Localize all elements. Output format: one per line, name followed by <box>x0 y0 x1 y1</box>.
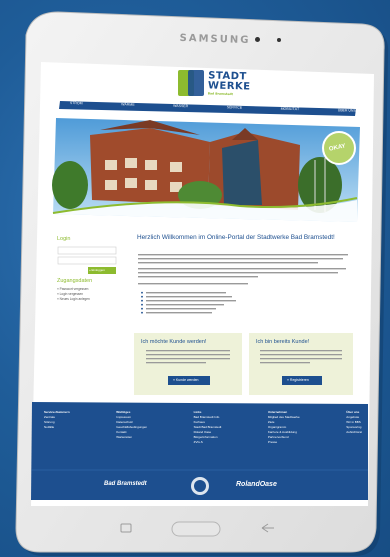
link-new-login[interactable]: » Neues Login anlegen <box>57 297 90 302</box>
card-new-title: Ich möchte Kunde werden! <box>141 339 207 345</box>
home-button <box>171 521 221 537</box>
links-title: Zugangsdaten <box>57 278 93 284</box>
front-camera <box>255 37 260 42</box>
welcome-title: Herzlich Willkommen im Online-Portal der… <box>137 234 335 241</box>
footer-col-2-item[interactable]: Wartezeiten <box>116 435 147 440</box>
site-logo[interactable]: STADT WERKE Bad Bramstedt <box>208 70 251 97</box>
login-title: Login <box>57 236 71 242</box>
links-list: » Passwort vergessen » Login vergessen »… <box>57 287 90 302</box>
nav-item-ueber-uns[interactable]: ÜBER UNS <box>338 108 356 112</box>
site-header <box>178 70 204 96</box>
nav-item-strom[interactable]: STROM <box>70 101 83 105</box>
footer-col-5: Über uns Angebote Wir in BBS Sponsoring … <box>346 410 362 445</box>
hero-image <box>52 118 360 222</box>
footer-col-3-item[interactable]: ZVG-S <box>194 440 222 445</box>
footer-col-1: Service-Nummern Zentrale Störung Notfäll… <box>44 410 70 445</box>
nav-item-wasser[interactable]: WASSER <box>173 104 188 108</box>
footer-col-4: Unternehmen Mitglied des Stadtwerke Ziel… <box>268 410 300 445</box>
footer-col-5-item[interactable]: Aufsichtsrat <box>346 430 362 435</box>
footer-logo-roland-oase[interactable]: RolandOase <box>236 481 277 488</box>
nav-item-service[interactable]: SERVICE <box>227 105 242 109</box>
footer-logo-bad-bramstedt[interactable]: Bad Bramstedt <box>104 481 147 487</box>
footer-col-2: Wichtiges Impressum Datenschutz Geschäft… <box>116 410 147 445</box>
footer-col-3: Links Bad Bramstedt Info Kurhaus Stadt B… <box>194 410 222 445</box>
card-new-button[interactable]: » Kunde werden <box>173 378 199 382</box>
sensor <box>277 38 281 42</box>
nav-item-waerme[interactable]: WÄRME <box>121 102 135 106</box>
card-existing-title: Ich bin bereits Kunde! <box>256 339 310 345</box>
footer-columns: Service-Nummern Zentrale Störung Notfäll… <box>44 410 362 445</box>
login-button[interactable]: » Einloggen <box>89 268 105 272</box>
nav-item-mobilitaet[interactable]: MOBILITÄT <box>281 107 300 111</box>
card-existing-button[interactable]: » Registrieren <box>287 378 309 382</box>
footer-col-4-item[interactable]: Presse <box>268 440 300 445</box>
footer-col-1-item[interactable]: Notfälle <box>44 425 70 430</box>
